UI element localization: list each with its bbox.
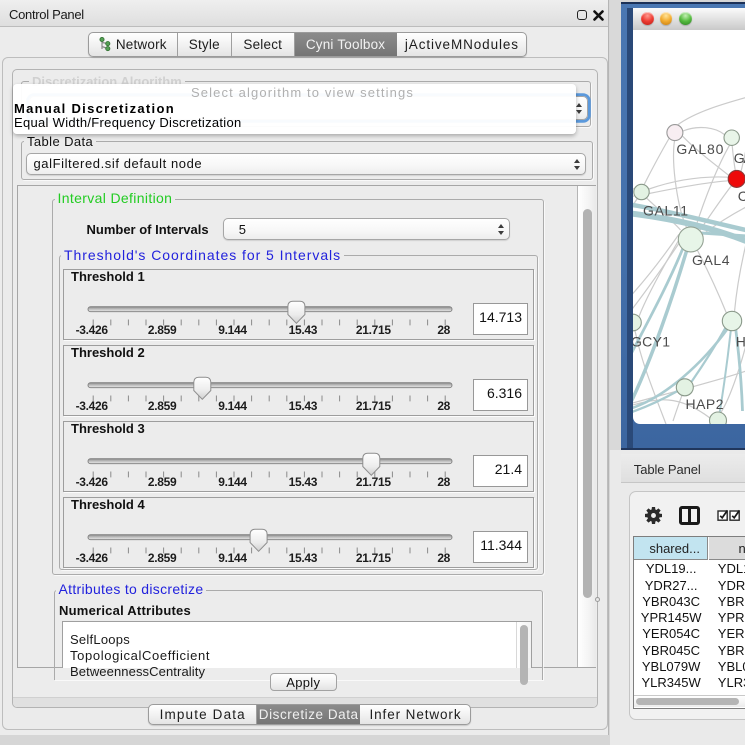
svg-text:GAL4: GAL4 bbox=[692, 252, 730, 268]
svg-text:HAP2: HAP2 bbox=[685, 396, 723, 412]
svg-text:GAL11: GAL11 bbox=[643, 202, 688, 218]
svg-text:GCY1: GCY1 bbox=[633, 333, 670, 349]
svg-text:H: H bbox=[736, 333, 745, 349]
svg-text:GAL80: GAL80 bbox=[676, 141, 723, 157]
svg-text:C: C bbox=[738, 188, 745, 204]
svg-text:GA: GA bbox=[734, 150, 745, 166]
